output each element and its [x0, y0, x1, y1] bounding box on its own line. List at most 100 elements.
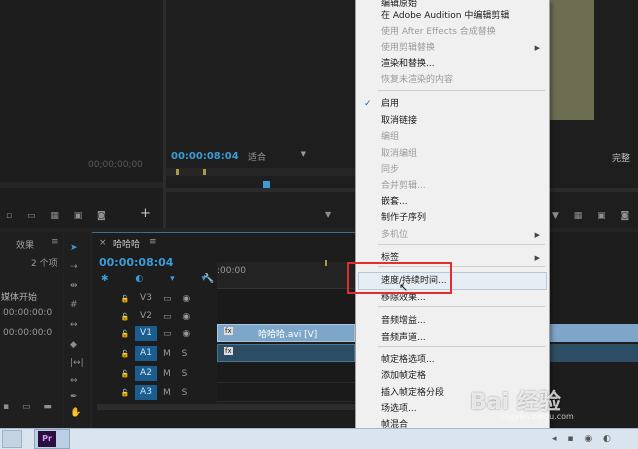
mute-solo-buttons[interactable]: M S	[163, 349, 191, 359]
timeline-timecode[interactable]: 00:00:08:04	[99, 256, 173, 269]
menu-item-5[interactable]: 恢复未渲染的内容	[381, 72, 546, 88]
slip-tool-icon[interactable]: |↔|	[70, 358, 84, 368]
video-clip-right[interactable]	[548, 324, 638, 342]
playback-quality[interactable]: 完整	[612, 151, 630, 164]
lock-icon[interactable]: 🔓	[119, 295, 131, 303]
menu-item-label: 场选项...	[381, 404, 417, 414]
track-target-a3[interactable]: A3	[135, 385, 157, 400]
menu-item-6[interactable]: 启用 ✓	[364, 96, 546, 112]
menu-item-label: 在 Adobe Audition 中编辑剪辑	[381, 11, 510, 21]
menu-item-10[interactable]: 同步	[381, 162, 546, 178]
menu-item-9[interactable]: 取消编组	[381, 146, 546, 162]
track-lane-a2	[217, 364, 355, 383]
menu-item-label: 合并剪辑...	[381, 181, 426, 191]
timeline-scrollbar[interactable]	[97, 404, 355, 410]
menu-item-4[interactable]: 渲染和替换...	[381, 56, 546, 72]
menu-item-label: 制作子序列	[381, 213, 427, 223]
lock-icon[interactable]: 🔓	[119, 370, 131, 378]
menu-item-18[interactable]: 音频增益...	[381, 313, 546, 329]
project-column-header[interactable]: 媒体开始	[1, 290, 37, 303]
menu-item-19[interactable]: 音频声道...	[381, 330, 546, 346]
track-header-v3[interactable]: 🔓 V3 ▭ ◉	[97, 289, 217, 308]
taskbar-app-icon[interactable]	[2, 430, 22, 448]
add-button-source[interactable]: +	[140, 207, 151, 220]
track-target-v1[interactable]: V1	[135, 326, 157, 341]
menu-item-3[interactable]: 使用剪辑替换 ▶	[381, 40, 546, 56]
track-target-v2[interactable]: V2	[135, 309, 157, 324]
mute-solo-buttons[interactable]: M S	[163, 369, 191, 379]
audio-clip-right[interactable]	[548, 344, 638, 362]
menu-item-20[interactable]: 帧定格选项...	[381, 352, 546, 368]
video-clip-label: 哈哈哈.avi [V]	[258, 330, 318, 340]
menu-item-1[interactable]: 在 Adobe Audition 中编辑剪辑	[381, 8, 546, 24]
sync-eye-icons[interactable]: ▭ ◉	[163, 294, 194, 304]
menu-item-8[interactable]: 编组	[381, 129, 546, 145]
video-clip[interactable]: fx 哈哈哈.avi [V]	[217, 324, 355, 342]
pen-tool-icon[interactable]: ✒	[70, 392, 78, 402]
sync-eye-icons[interactable]: ▭ ◉	[163, 312, 194, 322]
menu-separator	[378, 244, 545, 245]
source-scrub-bar[interactable]	[0, 182, 163, 188]
taskbar	[0, 428, 638, 449]
menu-item-label: 取消链接	[381, 116, 418, 126]
premiere-app-icon: Pr	[38, 431, 56, 447]
sync-eye-icons[interactable]: ▭ ◉	[163, 329, 194, 339]
project-tab-effects[interactable]: 效果	[16, 238, 34, 251]
timeline-tool-icons[interactable]: ✱ ◐ ▾ ▾	[101, 274, 218, 284]
rolling-edit-tool-icon[interactable]: #	[70, 300, 78, 310]
lock-icon[interactable]: 🔓	[119, 389, 131, 397]
sequence-tab[interactable]: 哈哈哈	[113, 237, 140, 250]
razor-tool-icon[interactable]: ◆	[70, 340, 77, 350]
audio-clip[interactable]: fx	[217, 344, 355, 362]
program-zoom-value: 适合	[248, 153, 267, 163]
track-target-v3[interactable]: V3	[135, 291, 157, 306]
ripple-edit-tool-icon[interactable]: ⇹	[70, 281, 78, 291]
menu-item-21[interactable]: 添加帧定格	[381, 368, 546, 384]
track-target-a2[interactable]: A2	[135, 366, 157, 381]
menu-item-12[interactable]: 嵌套...	[381, 194, 546, 210]
program-scrub-bar[interactable]	[166, 188, 355, 192]
menu-item-label: 帧定格选项...	[381, 355, 435, 365]
selection-tool-icon[interactable]: ➤	[70, 243, 78, 253]
menu-item-label: 取消编组	[381, 149, 418, 159]
program-transport-controls[interactable]: ▼ ▦ ▣ ◙	[552, 211, 635, 221]
menu-item-label: 插入帧定格分段	[381, 388, 445, 398]
rate-stretch-tool-icon[interactable]: ↔	[70, 320, 78, 330]
premiere-taskbar-button[interactable]: Pr	[34, 429, 70, 449]
panel-menu-icon[interactable]: ≡	[51, 237, 59, 247]
timeline-close-icon[interactable]: ×	[99, 238, 107, 248]
program-monitor	[166, 0, 355, 228]
submenu-arrow-icon: ▶	[534, 254, 540, 262]
checkmark-icon: ✓	[364, 99, 372, 109]
program-zoom-select[interactable]: 适合 ▼	[248, 150, 308, 163]
menu-item-label: 同步	[381, 165, 400, 175]
track-header-a3[interactable]: 🔓 A3 M S	[97, 383, 217, 402]
track-lane-a3	[217, 383, 355, 402]
track-header-v1[interactable]: 🔓 V1 ▭ ◉	[97, 324, 217, 343]
track-header-a1[interactable]: 🔓 A1 M S	[97, 344, 217, 363]
program-scrub-right[interactable]	[548, 188, 638, 192]
wrench-icon[interactable]: 🔧	[203, 274, 214, 284]
menu-item-2[interactable]: 使用 After Effects 合成替换	[381, 24, 546, 40]
slide-tool-icon[interactable]: ⇔	[70, 376, 78, 386]
menu-separator	[378, 90, 545, 91]
lock-icon[interactable]: 🔓	[119, 330, 131, 338]
mute-solo-buttons[interactable]: M S	[163, 388, 191, 398]
menu-item-11[interactable]: 合并剪辑...	[381, 178, 546, 194]
menu-item-14[interactable]: 多机位 ▶	[381, 227, 546, 243]
track-select-tool-icon[interactable]: ⇢	[70, 262, 78, 272]
track-target-a1[interactable]: A1	[135, 346, 157, 361]
source-transport-controls[interactable]: ▫ ▭ ▦ ▣ ◙	[6, 211, 112, 221]
lock-icon[interactable]: 🔓	[119, 313, 131, 321]
sequence-menu-icon[interactable]: ≡	[149, 237, 157, 247]
menu-item-label: 编组	[381, 132, 400, 142]
track-header-a2[interactable]: 🔓 A2 M S	[97, 364, 217, 383]
hand-tool-icon[interactable]: ✋	[70, 408, 81, 418]
menu-item-13[interactable]: 制作子序列	[381, 210, 546, 226]
system-tray-icons[interactable]: ◂ ▪ ◉ ◐	[552, 434, 615, 444]
marker-icon[interactable]: ▼	[325, 210, 331, 220]
source-monitor	[0, 0, 163, 228]
lock-icon[interactable]: 🔓	[119, 350, 131, 358]
project-item-count: 2 个项	[31, 259, 58, 269]
menu-item-7[interactable]: 取消链接	[381, 113, 546, 129]
